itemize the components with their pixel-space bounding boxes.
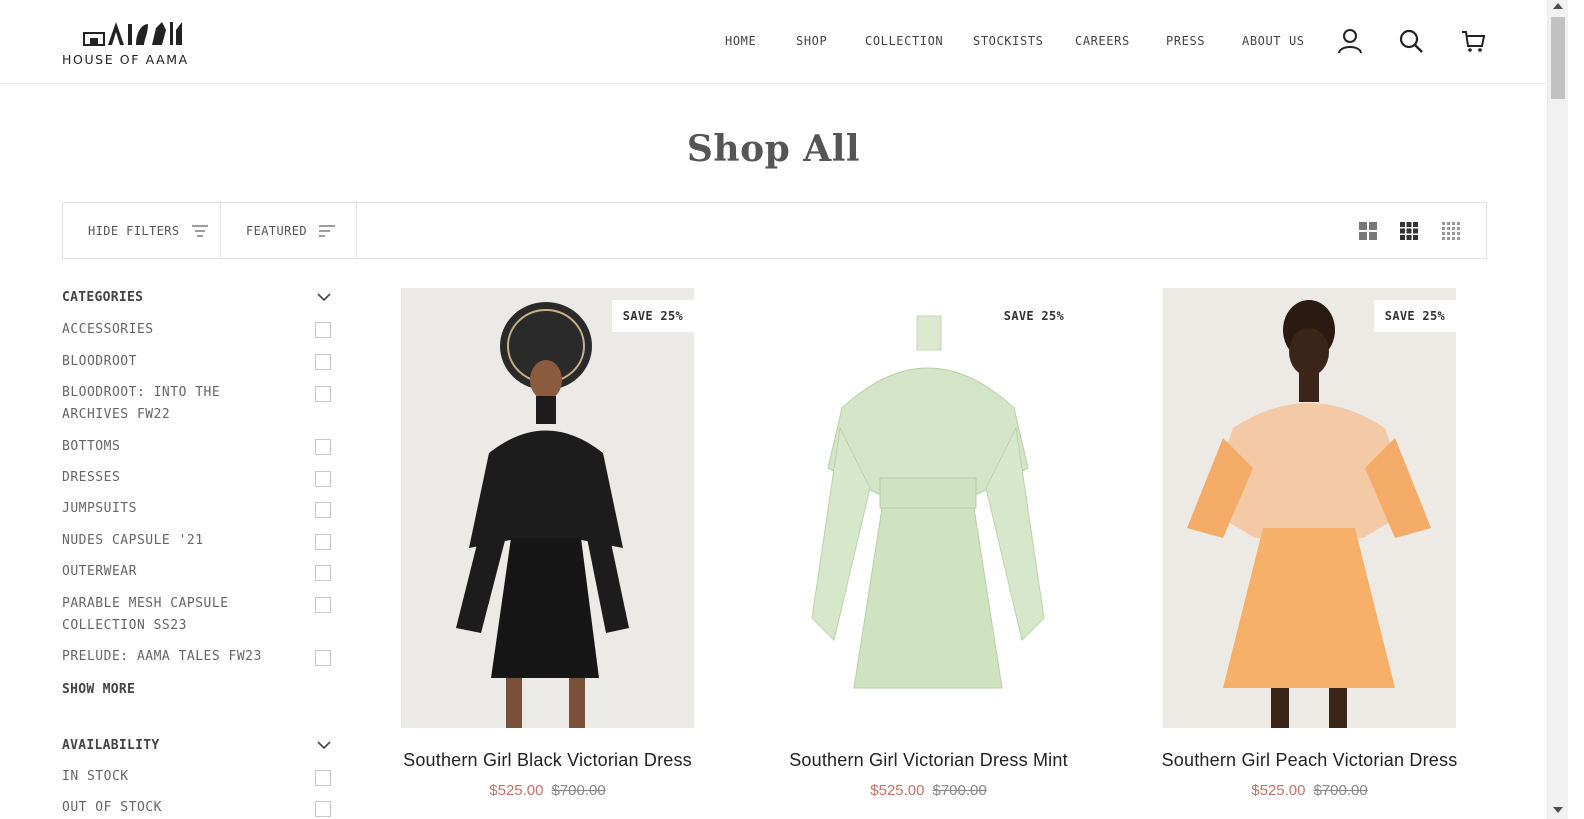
filter-option-nudes-capsule[interactable]: NUDES CAPSULE '21 (62, 530, 332, 552)
sort-button[interactable]: FEATURED (221, 203, 357, 258)
hide-filters-button[interactable]: HIDE FILTERS (63, 203, 221, 258)
save-badge: SAVE 25% (992, 300, 1075, 332)
filter-option-bloodroot[interactable]: BLOODROOT (62, 351, 332, 373)
sale-price: $525.00 (1251, 782, 1306, 799)
filter-option-bloodroot-archives[interactable]: BLOODROOT: INTO THE ARCHIVES FW22 (62, 382, 332, 426)
nav-stockists[interactable]: STOCKISTS (973, 34, 1043, 48)
product-name[interactable]: Southern Girl Victorian Dress Mint (752, 750, 1105, 771)
page-title: Shop All (686, 128, 861, 170)
sort-label: FEATURED (246, 223, 307, 238)
chevron-down-icon[interactable] (317, 293, 331, 302)
peach-dress-figure-icon (1187, 300, 1431, 728)
nav-careers[interactable]: CAREERS (1075, 34, 1130, 48)
chevron-down-icon[interactable] (317, 741, 331, 750)
checkbox[interactable] (315, 534, 331, 550)
original-price: $700.00 (551, 782, 606, 799)
filter-option-accessories[interactable]: ACCESSORIES (62, 319, 332, 341)
filter-option-jumpsuits[interactable]: JUMPSUITS (62, 498, 332, 520)
checkbox[interactable] (315, 650, 331, 666)
nav-home[interactable]: HOME (725, 34, 756, 48)
collection-toolbar: HIDE FILTERS FEATURED (62, 202, 1487, 259)
filter-option-out-of-stock[interactable]: OUT OF STOCK (62, 797, 332, 819)
sale-price: $525.00 (870, 782, 925, 799)
search-icon[interactable] (1397, 27, 1425, 55)
save-badge: SAVE 25% (1373, 300, 1456, 332)
checkbox[interactable] (315, 471, 331, 487)
brand-logo[interactable]: HOUSE OF AAMA (62, 18, 208, 68)
availability-heading[interactable]: AVAILABILITY (62, 738, 160, 753)
product-image[interactable]: SAVE 25% (1163, 288, 1456, 728)
show-more-link[interactable]: SHOW MORE (62, 682, 135, 697)
product-price: $525.00 $700.00 (401, 782, 694, 799)
checkbox[interactable] (315, 322, 331, 338)
scroll-up-arrow-icon[interactable] (1553, 3, 1563, 9)
product-name[interactable]: Southern Girl Black Victorian Dress (371, 750, 724, 771)
mint-dress-icon (811, 315, 1045, 689)
original-price: $700.00 (1313, 782, 1368, 799)
nav-press[interactable]: PRESS (1166, 34, 1205, 48)
filter-option-parable-mesh[interactable]: PARABLE MESH CAPSULE COLLECTION SS23 (62, 593, 332, 637)
nav-about-us[interactable]: ABOUT US (1242, 34, 1305, 48)
categories-heading[interactable]: CATEGORIES (62, 290, 143, 305)
grid-2-icon[interactable] (1358, 221, 1378, 241)
checkbox[interactable] (315, 439, 331, 455)
brand-name: HOUSE OF AAMA (62, 52, 189, 67)
filter-option-in-stock[interactable]: IN STOCK (62, 766, 332, 788)
product-image[interactable]: SAVE 25% (401, 288, 694, 728)
cart-icon[interactable] (1459, 27, 1487, 55)
page-scrollbar[interactable] (1547, 0, 1568, 819)
product-price: $525.00 $700.00 (782, 782, 1075, 799)
checkbox[interactable] (315, 502, 331, 518)
scroll-down-arrow-icon[interactable] (1553, 807, 1563, 813)
nav-shop[interactable]: SHOP (796, 34, 827, 48)
sale-price: $525.00 (489, 782, 544, 799)
checkbox[interactable] (315, 354, 331, 370)
checkbox[interactable] (315, 801, 331, 817)
product-name[interactable]: Southern Girl Peach Victorian Dress (1133, 750, 1486, 771)
checkbox[interactable] (315, 386, 331, 402)
sort-lines-icon (319, 224, 335, 237)
black-dress-figure-icon (456, 302, 629, 728)
filter-lines-icon (191, 224, 208, 237)
checkbox[interactable] (315, 770, 331, 786)
filter-option-bottoms[interactable]: BOTTOMS (62, 436, 332, 458)
nav-collection[interactable]: COLLECTION (865, 34, 943, 48)
account-icon[interactable] (1336, 27, 1364, 55)
filter-option-prelude[interactable]: PRELUDE: AAMA TALES FW23 (62, 646, 332, 668)
site-header: HOUSE OF AAMA HOME SHOP COLLECTION STOCK… (0, 0, 1547, 84)
logo-mark-icon (83, 22, 182, 46)
product-image[interactable]: SAVE 25% (782, 288, 1075, 728)
hide-filters-label: HIDE FILTERS (88, 223, 180, 238)
checkbox[interactable] (315, 597, 331, 613)
original-price: $700.00 (932, 782, 987, 799)
filter-option-outerwear[interactable]: OUTERWEAR (62, 561, 332, 583)
checkbox[interactable] (315, 565, 331, 581)
grid-3-icon[interactable] (1399, 221, 1419, 241)
grid-4-icon[interactable] (1441, 221, 1461, 241)
save-badge: SAVE 25% (611, 300, 694, 332)
scroll-thumb[interactable] (1551, 17, 1565, 99)
product-price: $525.00 $700.00 (1163, 782, 1456, 799)
filter-option-dresses[interactable]: DRESSES (62, 467, 332, 489)
